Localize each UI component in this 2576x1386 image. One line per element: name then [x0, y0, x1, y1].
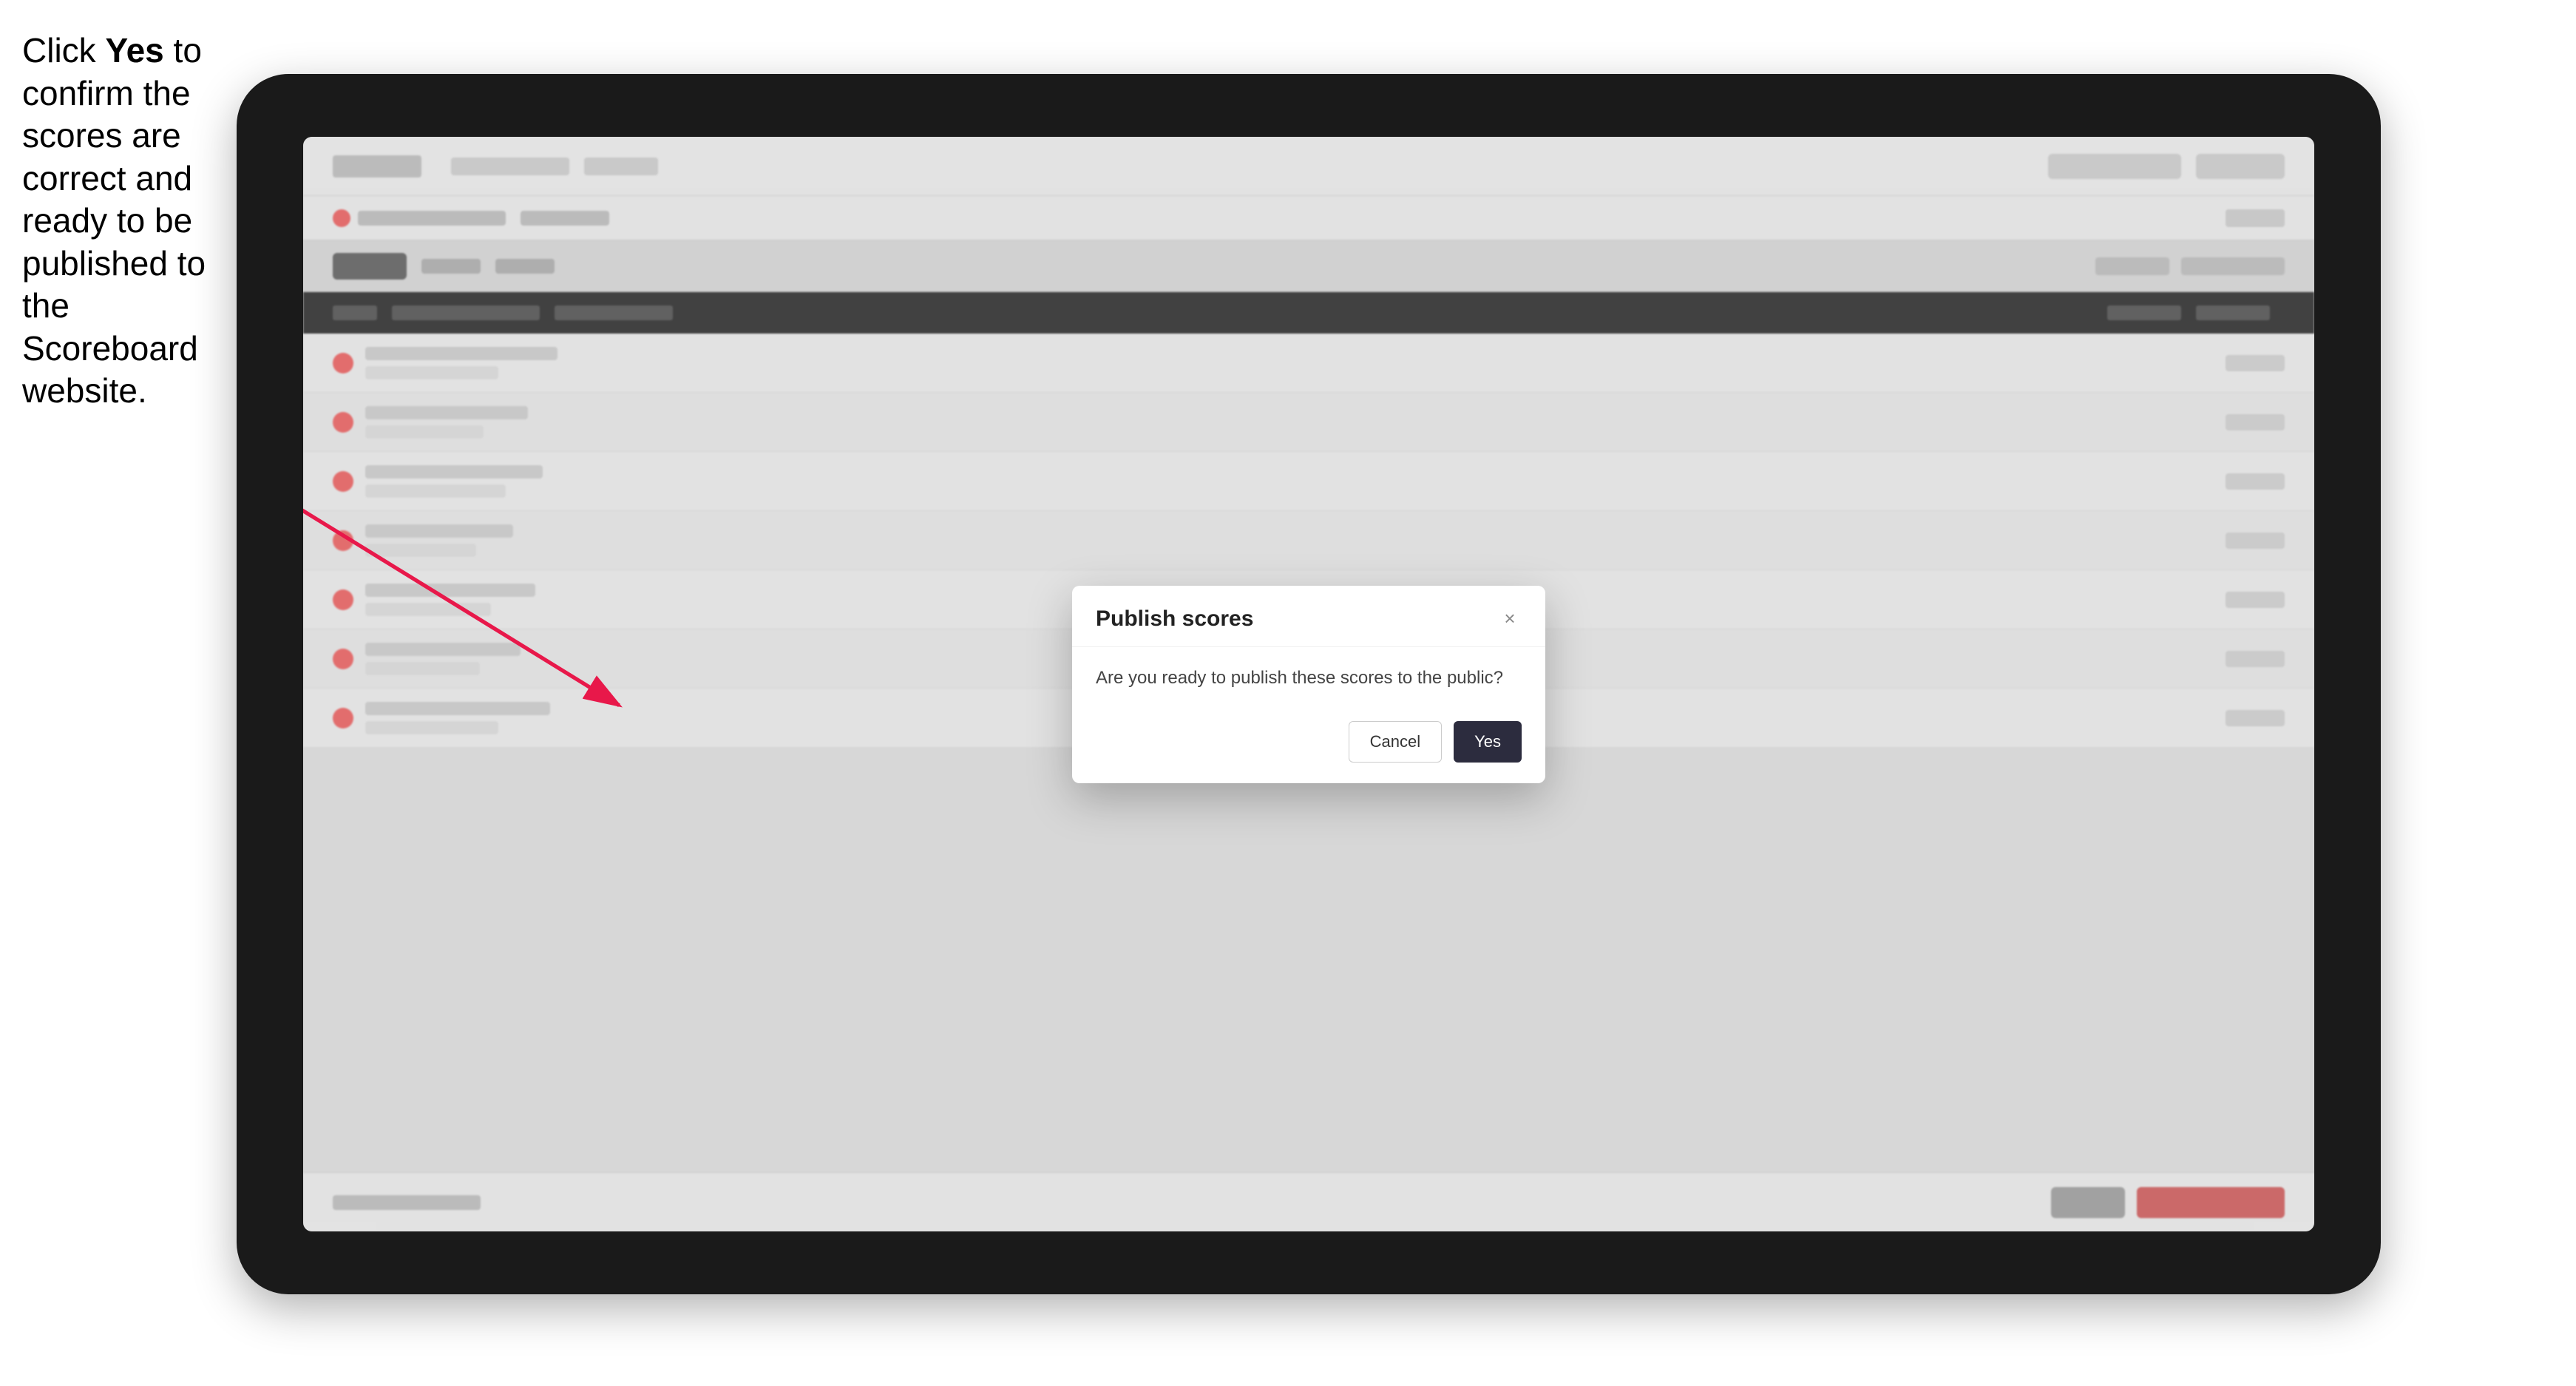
modal-cancel-button[interactable]: Cancel	[1349, 721, 1442, 763]
modal-title: Publish scores	[1096, 606, 1253, 632]
tablet-frame: Publish scores × Are you ready to publis…	[237, 74, 2381, 1294]
publish-scores-modal: Publish scores × Are you ready to publis…	[1072, 586, 1545, 783]
modal-overlay: Publish scores × Are you ready to publis…	[303, 137, 2314, 1231]
modal-footer: Cancel Yes	[1072, 709, 1545, 783]
modal-close-button[interactable]: ×	[1498, 607, 1522, 631]
modal-yes-button[interactable]: Yes	[1454, 721, 1522, 763]
instruction-text: Click Yes to confirm the scores are corr…	[22, 30, 229, 413]
modal-body-text: Are you ready to publish these scores to…	[1096, 665, 1522, 692]
modal-header: Publish scores ×	[1072, 586, 1545, 647]
modal-body: Are you ready to publish these scores to…	[1072, 647, 1545, 709]
tablet-screen: Publish scores × Are you ready to publis…	[303, 137, 2314, 1231]
